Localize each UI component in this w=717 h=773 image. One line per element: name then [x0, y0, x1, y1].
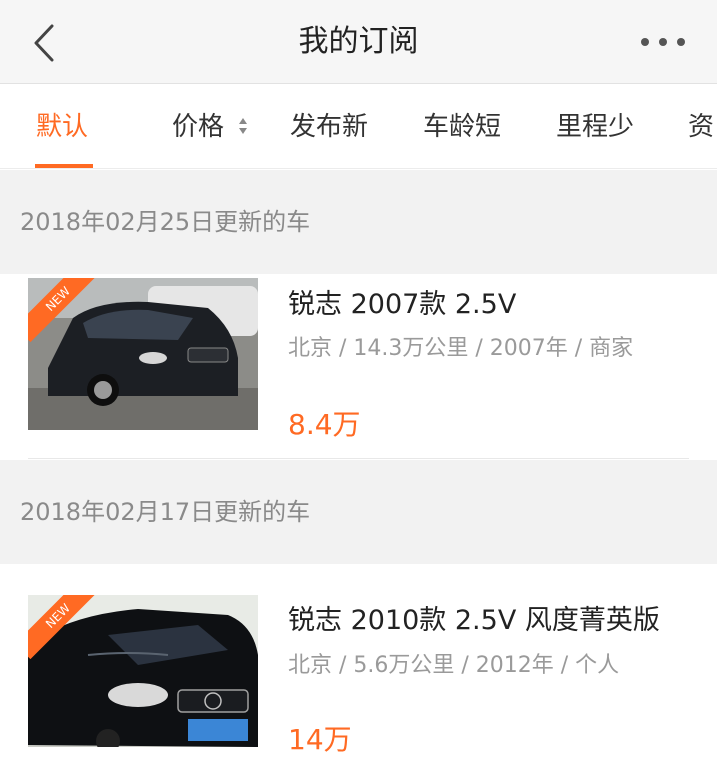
- car-meta: 北京 / 5.6万公里 / 2012年 / 个人: [288, 653, 620, 678]
- sort-arrows-icon: [239, 117, 248, 134]
- car-price: 14万: [288, 723, 352, 756]
- tab-mileage[interactable]: 里程少: [556, 85, 635, 168]
- tab-default[interactable]: 默认: [36, 85, 89, 168]
- section-date-header: 2018年02月17日更新的车: [0, 460, 717, 564]
- tab-price[interactable]: 价格: [172, 85, 248, 168]
- divider: [28, 458, 689, 459]
- tab-label: 资: [688, 112, 715, 142]
- sort-tabs: 默认 价格 发布新 车龄短 里程少 资: [0, 85, 717, 169]
- page-title: 我的订阅: [298, 24, 419, 59]
- top-navbar: 我的订阅: [0, 0, 717, 84]
- car-title: 锐志 2007款 2.5V: [288, 289, 517, 320]
- active-tab-indicator: [35, 164, 93, 168]
- tab-label: 发布新: [290, 112, 369, 142]
- car-list-item[interactable]: NEW 锐志 2010款 2.5V 风度菁英版 北京 / 5.6万公里 / 20…: [0, 565, 717, 773]
- tab-more-partial[interactable]: 资: [688, 85, 715, 168]
- car-thumbnail: NEW: [28, 278, 258, 430]
- tab-label: 里程少: [556, 112, 635, 142]
- more-button[interactable]: [635, 22, 695, 62]
- car-thumbnail: NEW: [28, 595, 258, 747]
- car-list-item[interactable]: NEW 锐志 2007款 2.5V 北京 / 14.3万公里 / 2007年 /…: [0, 275, 717, 459]
- tab-label: 价格: [172, 112, 225, 142]
- more-dots-icon: [641, 38, 685, 46]
- section-date-header: 2018年02月25日更新的车: [0, 170, 717, 274]
- car-title: 锐志 2010款 2.5V 风度菁英版: [288, 605, 660, 636]
- tab-newest[interactable]: 发布新: [290, 85, 369, 168]
- tab-label: 车龄短: [423, 112, 502, 142]
- tab-label: 默认: [36, 112, 89, 142]
- tab-car-age[interactable]: 车龄短: [423, 85, 502, 168]
- car-meta: 北京 / 14.3万公里 / 2007年 / 商家: [288, 336, 634, 361]
- car-price: 8.4万: [288, 408, 361, 441]
